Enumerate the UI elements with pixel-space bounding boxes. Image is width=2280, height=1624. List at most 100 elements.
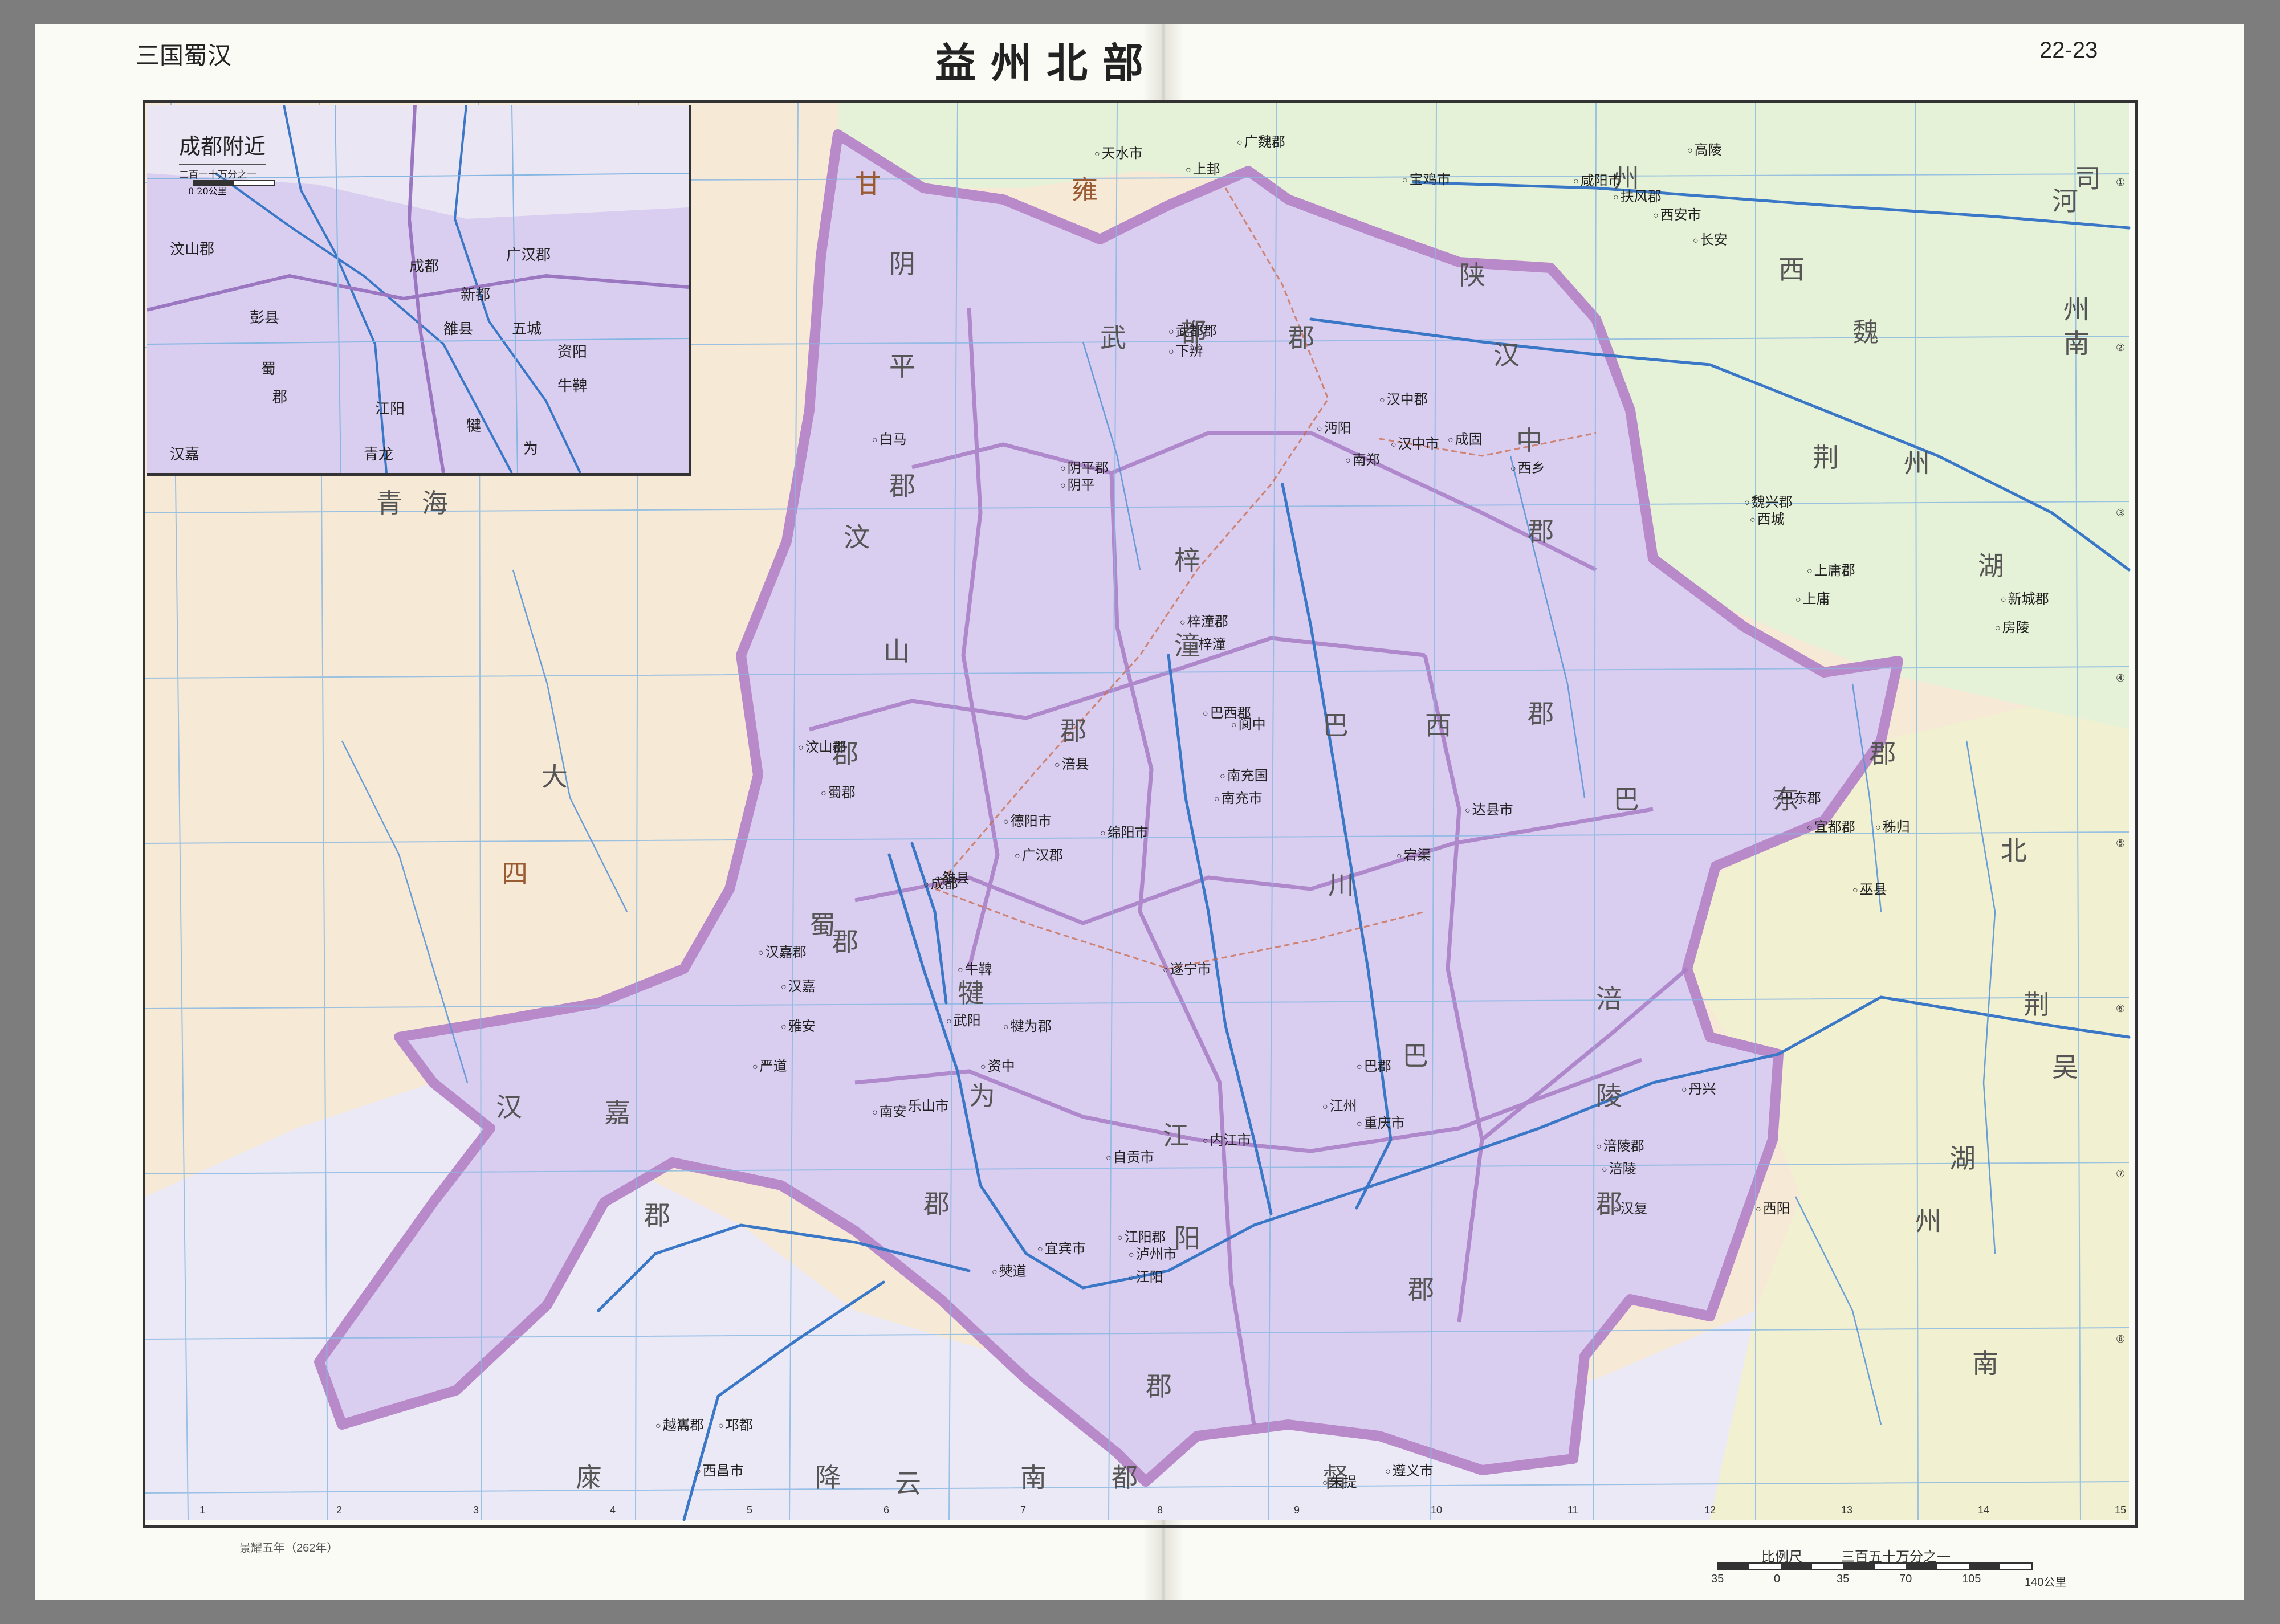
place-label: 汉中郡	[1379, 393, 1428, 407]
place-label: 南安	[872, 1105, 907, 1119]
scale-tick: 35	[1711, 1573, 1724, 1585]
inset-place-label: 五城	[512, 320, 542, 337]
place-label: 巴郡	[1357, 1060, 1391, 1074]
place-label: 阴平	[1060, 479, 1095, 492]
region-label: 武	[1100, 323, 1129, 353]
place-label: 涪陵郡	[1596, 1140, 1644, 1153]
place-label: 宝鸡市	[1402, 173, 1451, 187]
region-label: 西	[1778, 254, 1807, 285]
region-label: 吴	[2052, 1052, 2080, 1083]
inset-place-label: 资阳	[557, 343, 588, 360]
inset-place-label: 青龙	[364, 446, 394, 463]
region-label: 云	[895, 1468, 923, 1499]
inset-place-label: 郡	[272, 389, 288, 406]
region-label: 山	[883, 636, 912, 667]
inset-place-label: 蜀	[261, 360, 276, 377]
longitude-grid-label: 8	[1157, 1504, 1163, 1516]
region-label: 巴	[1322, 710, 1351, 741]
latitude-grid-label: ⑥	[2116, 1003, 2126, 1014]
region-label: 梓	[1174, 545, 1203, 576]
region-label: 阴	[889, 248, 918, 279]
region-label: 荆	[2023, 989, 2052, 1020]
region-label: 河	[2052, 186, 2080, 217]
region-label: 江	[1163, 1120, 1191, 1151]
region-label: 湖	[1949, 1143, 1978, 1174]
place-label: 遵义市	[1385, 1464, 1434, 1478]
inset-place-label: 为	[523, 440, 539, 457]
region-label: 州	[2063, 294, 2092, 325]
inset-place-label: 新都	[461, 286, 491, 303]
place-label: 达县市	[1465, 803, 1513, 817]
region-label: 郡	[889, 471, 918, 501]
latitude-grid-label: ⑦	[2116, 1168, 2126, 1180]
region-label: 郡	[923, 1189, 952, 1219]
region-label: 郡	[1288, 323, 1317, 353]
region-label: 南	[2063, 328, 2092, 359]
longitude-grid-label: 2	[336, 1504, 343, 1516]
region-label: 巴	[1613, 784, 1642, 815]
scale-tick: 35	[1837, 1573, 1850, 1585]
place-label: 咸阳市	[1573, 174, 1622, 188]
inset-place-label: 广汉郡	[506, 246, 551, 263]
latitude-grid-label: ②	[2116, 342, 2126, 353]
place-label: 江阳郡	[1117, 1231, 1166, 1244]
place-label: 自贡市	[1106, 1151, 1154, 1165]
longitude-grid-label: 15	[2115, 1504, 2127, 1516]
region-label: 郡	[1870, 738, 1898, 769]
region-label: 青	[376, 488, 405, 519]
longitude-grid-label: 13	[1841, 1504, 1853, 1516]
place-label: 天水市	[1094, 147, 1143, 161]
inset-place-label: 彭县	[250, 309, 280, 326]
longitude-grid-label: 6	[883, 1504, 890, 1516]
place-label: 高陵	[1687, 144, 1722, 157]
place-label: 梓潼	[1191, 638, 1226, 652]
place-label: 犍为郡	[1003, 1020, 1052, 1034]
place-label: 广汉郡	[1015, 849, 1063, 863]
place-label: 上庸郡	[1807, 564, 1855, 578]
region-label: 州	[1915, 1206, 1944, 1237]
region-label: 海	[422, 488, 450, 519]
inset-place-label: 汉嘉	[170, 446, 200, 463]
inset-scale-text: 二百一十万分之一	[179, 169, 256, 180]
place-label: 涪县	[1054, 758, 1089, 772]
region-label: 犍	[958, 978, 986, 1009]
place-label: 德阳市	[1003, 815, 1052, 829]
place-label: 朱提	[1322, 1476, 1357, 1490]
place-label: 梓潼郡	[1180, 615, 1228, 629]
scale-tick: 105	[1962, 1573, 1981, 1585]
region-label: 陵	[1596, 1080, 1624, 1111]
place-label: 宜宾市	[1037, 1242, 1086, 1256]
place-label: 新城郡	[2001, 593, 2049, 606]
longitude-grid-label: 11	[1567, 1504, 1578, 1516]
place-label: 秭归	[1875, 821, 1910, 834]
place-label: 泸州市	[1129, 1248, 1177, 1262]
place-label: 乐山市	[901, 1100, 949, 1113]
place-label: 成都	[923, 878, 958, 891]
region-label: 南	[1972, 1348, 2001, 1379]
place-label: 重庆市	[1357, 1117, 1405, 1131]
inset-place-label: 成都	[409, 258, 439, 275]
place-label: 宕渠	[1396, 849, 1431, 863]
region-label: 平	[889, 351, 918, 382]
place-label: 房陵	[1995, 621, 2030, 635]
longitude-grid-label: 3	[473, 1504, 479, 1516]
place-label: 西昌市	[695, 1464, 744, 1478]
latitude-grid-label: ④	[2116, 672, 2126, 684]
place-label: 巫县	[1852, 883, 1887, 897]
place-label: 内江市	[1203, 1134, 1251, 1148]
region-label: 郡	[1528, 516, 1556, 547]
region-label: 荆	[1813, 442, 1841, 473]
place-label: 汉中市	[1391, 438, 1439, 451]
place-label: 武阳	[946, 1014, 981, 1028]
place-label: 阴平郡	[1060, 462, 1109, 475]
latitude-grid-label: ③	[2116, 507, 2126, 519]
place-label: 成固	[1448, 433, 1483, 447]
region-label: 甘	[855, 169, 883, 199]
region-label: 汶	[844, 522, 872, 553]
place-label: 丹兴	[1681, 1083, 1716, 1096]
inset-scale-bar	[193, 180, 275, 186]
region-label: 庲	[576, 1462, 604, 1493]
longitude-grid-label: 12	[1704, 1504, 1716, 1516]
longitude-grid-label: 9	[1294, 1504, 1300, 1516]
region-label: 大	[542, 761, 570, 792]
